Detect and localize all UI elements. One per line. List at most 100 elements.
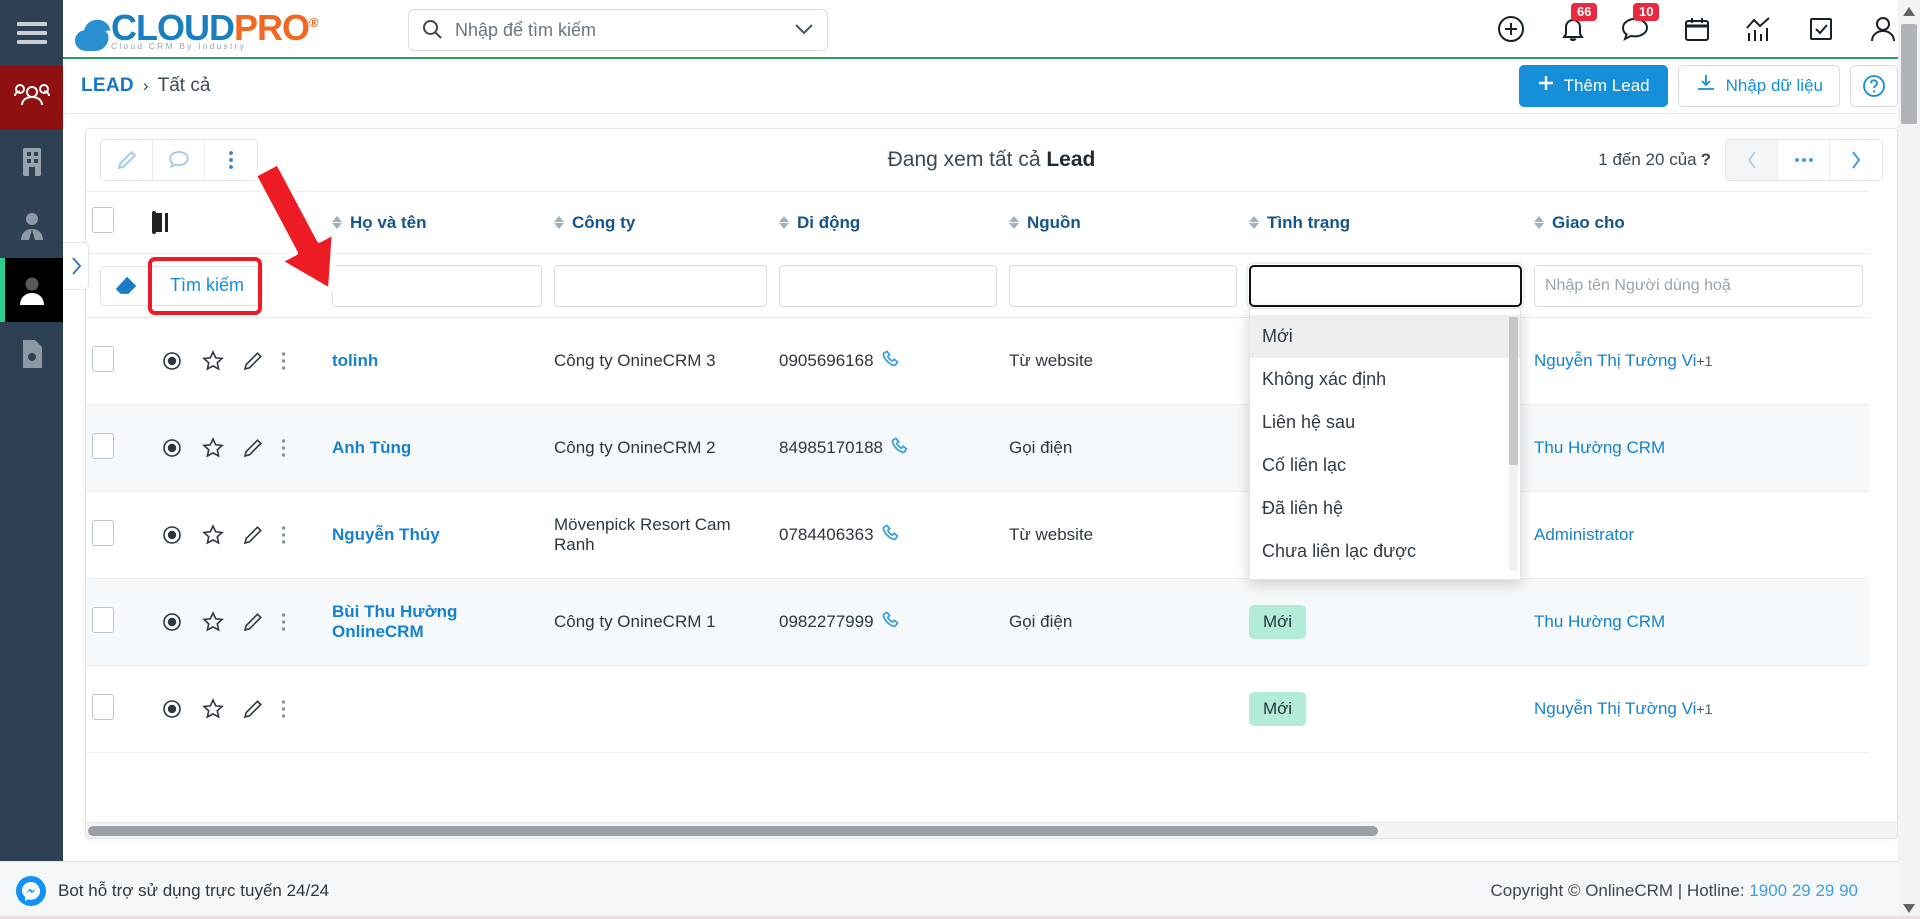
clear-filters-button[interactable] <box>100 265 152 306</box>
assigned-user-link[interactable]: Thu Hường CRM <box>1534 438 1665 457</box>
status-option-co-lien-lac[interactable]: Cố liên lạc <box>1250 444 1520 487</box>
page-scrollbar-thumb[interactable] <box>1901 24 1917 124</box>
notifications-button[interactable]: 66 <box>1558 3 1598 44</box>
row-company-cell: Mövenpick Resort Cam Ranh <box>554 515 731 554</box>
table-horizontal-scrollbar[interactable] <box>86 822 1897 838</box>
reports-chart-button[interactable] <box>1744 14 1774 44</box>
row-checkbox[interactable] <box>92 345 114 372</box>
filter-company-input[interactable] <box>554 264 767 307</box>
favorite-star-icon[interactable] <box>201 436 225 460</box>
sidebar-item-lead[interactable] <box>0 258 63 322</box>
edit-icon[interactable] <box>242 698 264 720</box>
messages-button[interactable]: 10 <box>1620 3 1660 44</box>
column-chooser-icon[interactable] <box>152 210 156 234</box>
edit-icon[interactable] <box>242 611 264 633</box>
table-row[interactable]: Nguyễn Thúy Mövenpick Resort Cam Ranh 07… <box>86 492 1869 579</box>
header-name[interactable]: Họ và tên <box>326 192 548 254</box>
menu-toggle-button[interactable] <box>0 0 63 66</box>
header-assigned[interactable]: Giao cho <box>1528 192 1869 254</box>
hotline-link[interactable]: 1900 29 29 90 <box>1749 881 1858 900</box>
scroll-up-arrow-icon[interactable] <box>1898 0 1920 22</box>
phone-call-icon[interactable] <box>891 436 911 461</box>
sidebar-item-company[interactable] <box>0 130 63 194</box>
view-icon[interactable] <box>160 697 184 721</box>
expand-panel-tab[interactable] <box>63 242 89 290</box>
filter-source-input[interactable] <box>1009 264 1237 307</box>
status-option-khong-xac-dinh[interactable]: Không xác định <box>1250 358 1520 401</box>
phone-call-icon[interactable] <box>882 523 902 548</box>
import-data-button[interactable]: Nhập dữ liệu <box>1677 64 1840 107</box>
view-icon[interactable] <box>160 349 184 373</box>
favorite-star-icon[interactable] <box>201 697 225 721</box>
app-logo[interactable]: CLOUDPRO® Cloud CRM By Industry <box>71 6 319 51</box>
filter-name-input[interactable] <box>332 264 542 307</box>
edit-icon[interactable] <box>242 524 264 546</box>
assigned-user-link[interactable]: Administrator <box>1534 525 1634 544</box>
page-vertical-scrollbar[interactable] <box>1898 0 1920 919</box>
lead-name-link[interactable]: Bùi Thu Hường OnlineCRM <box>332 602 457 641</box>
header-mobile[interactable]: Di động <box>773 192 1003 254</box>
status-option-chua-lien-lac-duoc[interactable]: Chưa liên lạc được <box>1250 530 1520 573</box>
tasks-checkbox-button[interactable] <box>1806 14 1836 44</box>
pagination-more-button[interactable] <box>1778 140 1830 180</box>
phone-call-icon[interactable] <box>882 610 902 635</box>
row-more-icon[interactable] <box>281 525 286 545</box>
row-more-icon[interactable] <box>281 699 286 719</box>
header-company[interactable]: Công ty <box>548 192 773 254</box>
edit-button[interactable] <box>101 140 153 180</box>
table-row[interactable]: Bùi Thu Hường OnlineCRM Công ty OnineCRM… <box>86 578 1869 666</box>
favorite-star-icon[interactable] <box>201 349 225 373</box>
status-option-da-lien-he[interactable]: Đã liên hệ <box>1250 487 1520 530</box>
row-more-icon[interactable] <box>281 351 286 371</box>
pagination-prev-button[interactable] <box>1726 140 1778 180</box>
row-checkbox[interactable] <box>92 606 114 633</box>
row-more-icon[interactable] <box>281 438 286 458</box>
view-icon[interactable] <box>160 436 184 460</box>
sidebar-item-documents[interactable] <box>0 322 63 386</box>
breadcrumb-module[interactable]: LEAD <box>81 75 134 97</box>
row-checkbox[interactable] <box>92 693 114 720</box>
table-row[interactable]: Anh Tùng Công ty OnineCRM 2 84985170188 … <box>86 404 1869 492</box>
row-checkbox[interactable] <box>92 432 114 459</box>
view-icon[interactable] <box>160 610 184 634</box>
comment-button[interactable] <box>153 140 205 180</box>
view-icon[interactable] <box>160 523 184 547</box>
support-bot[interactable]: Bot hỗ trợ sử dụng trực tuyến 24/24 <box>16 875 329 906</box>
favorite-star-icon[interactable] <box>201 523 225 547</box>
header-source[interactable]: Nguồn <box>1003 192 1243 254</box>
assigned-user-link[interactable]: Nguyễn Thị Tường Vi <box>1534 351 1696 370</box>
pagination-next-button[interactable] <box>1830 140 1882 180</box>
lead-name-link[interactable]: Nguyễn Thúy <box>332 525 440 544</box>
help-button[interactable] <box>1850 64 1898 107</box>
header-status[interactable]: Tình trạng <box>1243 192 1528 254</box>
row-more-icon[interactable] <box>281 612 286 632</box>
user-profile-button[interactable] <box>1868 14 1898 44</box>
table-row[interactable]: Mới Nguyễn Thị Tường Vi+1 <box>86 666 1869 753</box>
phone-call-icon[interactable] <box>882 349 902 374</box>
row-checkbox[interactable] <box>92 519 114 546</box>
sidebar-item-customers[interactable] <box>0 66 63 130</box>
global-search-box[interactable]: Nhập để tìm kiếm <box>408 9 828 51</box>
table-row[interactable]: tolinh Công ty OnineCRM 3 0905696168 Từ … <box>86 318 1869 405</box>
edit-icon[interactable] <box>242 350 264 372</box>
lead-name-link[interactable]: tolinh <box>332 351 378 370</box>
status-option-moi[interactable]: Mới <box>1250 314 1520 358</box>
search-filter-button[interactable]: Tìm kiếm <box>152 265 263 306</box>
filter-assigned-input[interactable] <box>1534 264 1863 307</box>
table-horizontal-scrollbar-thumb[interactable] <box>88 826 1378 836</box>
add-lead-button[interactable]: Thêm Lead <box>1518 64 1668 107</box>
sidebar-item-contacts[interactable] <box>0 194 63 258</box>
status-option-lien-he-sau[interactable]: Liên hệ sau <box>1250 401 1520 444</box>
favorite-star-icon[interactable] <box>201 610 225 634</box>
lead-name-link[interactable]: Anh Tùng <box>332 438 411 457</box>
filter-status-input[interactable] <box>1248 263 1523 308</box>
dropdown-scrollbar-thumb[interactable] <box>1509 316 1518 465</box>
more-options-button[interactable] <box>205 140 257 180</box>
filter-mobile-input[interactable] <box>779 264 997 307</box>
select-all-checkbox[interactable] <box>92 207 114 233</box>
add-new-button[interactable] <box>1496 14 1526 44</box>
assigned-user-link[interactable]: Thu Hường CRM <box>1534 612 1665 631</box>
edit-icon[interactable] <box>242 437 264 459</box>
calendar-button[interactable] <box>1682 14 1712 44</box>
assigned-user-link[interactable]: Nguyễn Thị Tường Vi <box>1534 699 1696 718</box>
